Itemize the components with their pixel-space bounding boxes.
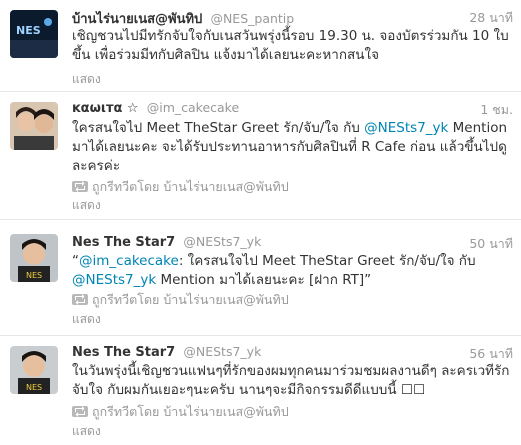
expand-link[interactable]: แสดง [72,70,101,89]
tweet-timestamp[interactable]: 50 นาที [469,234,513,254]
retweeted-by[interactable]: ถูกรีทวีตโดย บ้านไร่นายเนส@พันทิป [72,177,289,194]
tweet-text: ใครสนใจไป Meet TheStar Greet รัก/จับ/ใจ … [72,119,512,176]
text-segment: : ใครสนใจไป Meet TheStar Greet รัก/จับ/ใ… [178,253,476,269]
retweeted-by-label: ถูกรีทวีตโดย บ้านไร่นายเนส@พันทิป [92,179,289,194]
retweet-icon [72,293,88,305]
author-name[interactable]: Nes The Star7 [72,345,175,360]
author-name[interactable]: ĸαωιтα ☆ [72,101,139,116]
mention-link[interactable]: @NESts7_yk [72,272,156,288]
author-username[interactable]: @NES_pantip [210,11,294,26]
tweet-item[interactable]: ĸαωιтα ☆ @im_cakecake 1 ชม. ใครสนใจไป Me… [0,92,521,220]
tweet-text: ในวันพรุ่งนี้เชิญชวนแฟนๆที่รักของผมทุกคน… [72,363,510,398]
tweet-text: “@im_cakecake: ใครสนใจไป Meet TheStar Gr… [72,252,512,290]
avatar[interactable]: NES [10,234,58,282]
author-username[interactable]: @NESts7_yk [183,234,261,249]
expand-link[interactable]: แสดง [72,196,101,215]
tweet-timestamp[interactable]: 1 ชม. [480,100,513,120]
tweet-timeline: NES บ้านไร่นายเนส@พันทิป @NES_pantip 28 … [0,0,521,445]
tweet-item[interactable]: NES Nes The Star7 @NESts7_yk 50 นาที “@i… [0,222,521,336]
text-segment: Mention มาได้เลยนะคะ [ฝาก RT]” [156,272,372,288]
tweet-item[interactable]: NES Nes The Star7 @NESts7_yk 56 นาที ในว… [0,338,521,445]
expand-link[interactable]: แสดง [72,422,101,441]
retweet-icon [72,180,88,192]
avatar[interactable] [10,102,58,150]
svg-text:NES: NES [26,383,42,392]
avatar[interactable]: NES [10,346,58,394]
avatar[interactable]: NES [10,10,58,58]
text-segment: ใครสนใจไป Meet TheStar Greet รัก/จับ/ใจ … [72,120,365,136]
tweet-header: บ้านไร่นายเนส@พันทิป @NES_pantip 28 นาที [72,8,513,28]
retweeted-by[interactable]: ถูกรีทวีตโดย บ้านไร่นายเนส@พันทิป [72,290,289,307]
retweet-icon [72,405,88,417]
tweet-header: Nes The Star7 @NESts7_yk 50 นาที [72,234,513,252]
tweet-header: Nes The Star7 @NESts7_yk 56 นาที [72,344,513,362]
text-segment: “ [72,253,79,269]
mention-link[interactable]: @NESts7_yk [364,120,448,136]
author-username[interactable]: @im_cakecake [147,100,239,115]
tweet-timestamp[interactable]: 56 นาที [469,344,513,364]
svg-text:NES: NES [16,24,41,37]
mention-link[interactable]: @im_cakecake [79,253,179,269]
retweeted-by[interactable]: ถูกรีทวีตโดย บ้านไร่นายเนส@พันทิป [72,402,289,419]
svg-text:NES: NES [26,271,42,280]
tweet-timestamp[interactable]: 28 นาที [469,8,513,28]
author-name[interactable]: Nes The Star7 [72,235,175,250]
retweeted-by-label: ถูกรีทวีตโดย บ้านไร่นายเนส@พันทิป [92,404,289,419]
expand-link[interactable]: แสดง [72,310,101,329]
retweeted-by-label: ถูกรีทวีตโดย บ้านไร่นายเนส@พันทิป [92,292,289,307]
author-name[interactable]: บ้านไร่นายเนส@พันทิป [72,12,202,27]
tweet-item[interactable]: NES บ้านไร่นายเนส@พันทิป @NES_pantip 28 … [0,0,521,92]
tweet-header: ĸαωιтα ☆ @im_cakecake 1 ชม. [72,100,513,118]
author-username[interactable]: @NESts7_yk [183,344,261,359]
tweet-text: เชิญชวนไปมีทรักจับใจกับเนสวันพรุ่งนี้รอบ… [72,28,509,63]
